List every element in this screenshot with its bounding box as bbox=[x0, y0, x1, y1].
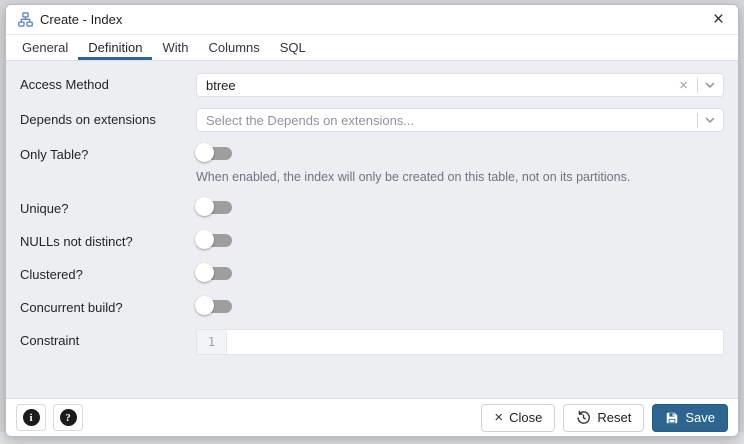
index-icon bbox=[18, 12, 33, 27]
save-icon bbox=[665, 411, 679, 425]
toggle-knob bbox=[195, 230, 214, 249]
only-table-row: Only Table? When enabled, the index will… bbox=[20, 143, 724, 184]
tab-with[interactable]: With bbox=[152, 35, 198, 60]
definition-panel: Access Method btree × Depends on extensi… bbox=[6, 61, 738, 398]
unique-toggle[interactable] bbox=[195, 197, 232, 216]
access-method-value: btree bbox=[206, 77, 236, 93]
reset-icon bbox=[576, 410, 591, 425]
clustered-toggle[interactable] bbox=[195, 263, 232, 282]
toggle-knob bbox=[195, 263, 214, 282]
dialog-title: Create - Index bbox=[40, 12, 123, 27]
dialog-footer: i ? × Close Reset Save bbox=[6, 398, 738, 436]
reset-button-label: Reset bbox=[597, 410, 632, 425]
clustered-row: Clustered? bbox=[20, 263, 724, 285]
depends-placeholder: Select the Depends on extensions... bbox=[206, 112, 415, 128]
help-button[interactable]: ? bbox=[53, 404, 83, 431]
dialog-close-icon[interactable]: × bbox=[709, 10, 728, 29]
tab-bar: General Definition With Columns SQL bbox=[6, 35, 738, 61]
depends-row: Depends on extensions Select the Depends… bbox=[20, 108, 724, 132]
save-button-label: Save bbox=[685, 410, 715, 425]
only-table-toggle[interactable] bbox=[195, 143, 232, 162]
nulls-not-distinct-toggle[interactable] bbox=[195, 230, 232, 249]
constraint-code-area[interactable] bbox=[227, 330, 723, 354]
close-button-label: Close bbox=[509, 410, 543, 425]
combo-divider bbox=[697, 77, 698, 93]
tab-general[interactable]: General bbox=[12, 35, 78, 60]
close-icon: × bbox=[494, 409, 504, 426]
depends-label: Depends on extensions bbox=[20, 112, 156, 127]
info-icon: i bbox=[22, 409, 40, 426]
nulls-not-distinct-row: NULLs not distinct? bbox=[20, 230, 724, 252]
toggle-knob bbox=[195, 197, 214, 216]
constraint-label: Constraint bbox=[20, 333, 80, 348]
combo-divider bbox=[697, 112, 698, 128]
reset-button[interactable]: Reset bbox=[563, 403, 645, 432]
unique-label: Unique? bbox=[20, 201, 69, 216]
only-table-helper-text: When enabled, the index will only be cre… bbox=[196, 170, 631, 184]
save-button[interactable]: Save bbox=[652, 403, 728, 432]
help-icon: ? bbox=[59, 409, 77, 426]
tab-definition[interactable]: Definition bbox=[78, 35, 153, 60]
access-method-select[interactable]: btree × bbox=[196, 73, 724, 97]
unique-row: Unique? bbox=[20, 197, 724, 219]
chevron-down-icon[interactable] bbox=[703, 113, 717, 127]
tab-sql[interactable]: SQL bbox=[270, 35, 316, 60]
nulls-not-distinct-label: NULLs not distinct? bbox=[20, 234, 133, 249]
concurrent-build-label: Concurrent build? bbox=[20, 300, 123, 315]
toggle-knob bbox=[195, 143, 214, 162]
only-table-label: Only Table? bbox=[20, 147, 89, 162]
toggle-knob bbox=[195, 296, 214, 315]
depends-select[interactable]: Select the Depends on extensions... bbox=[196, 108, 724, 132]
access-method-label: Access Method bbox=[20, 77, 109, 92]
clustered-label: Clustered? bbox=[20, 267, 83, 282]
access-method-row: Access Method btree × bbox=[20, 73, 724, 97]
dialog-header: Create - Index × bbox=[6, 5, 738, 35]
tab-columns[interactable]: Columns bbox=[198, 35, 269, 60]
chevron-down-icon[interactable] bbox=[703, 78, 717, 92]
constraint-row: Constraint 1 bbox=[20, 329, 724, 355]
line-number-gutter: 1 bbox=[197, 330, 227, 354]
sql-info-button[interactable]: i bbox=[16, 404, 46, 431]
clear-icon[interactable]: × bbox=[675, 78, 692, 93]
concurrent-build-row: Concurrent build? bbox=[20, 296, 724, 318]
close-button[interactable]: × Close bbox=[481, 403, 556, 432]
constraint-code-editor[interactable]: 1 bbox=[196, 329, 724, 355]
concurrent-build-toggle[interactable] bbox=[195, 296, 232, 315]
create-index-dialog: Create - Index × General Definition With… bbox=[5, 4, 739, 437]
